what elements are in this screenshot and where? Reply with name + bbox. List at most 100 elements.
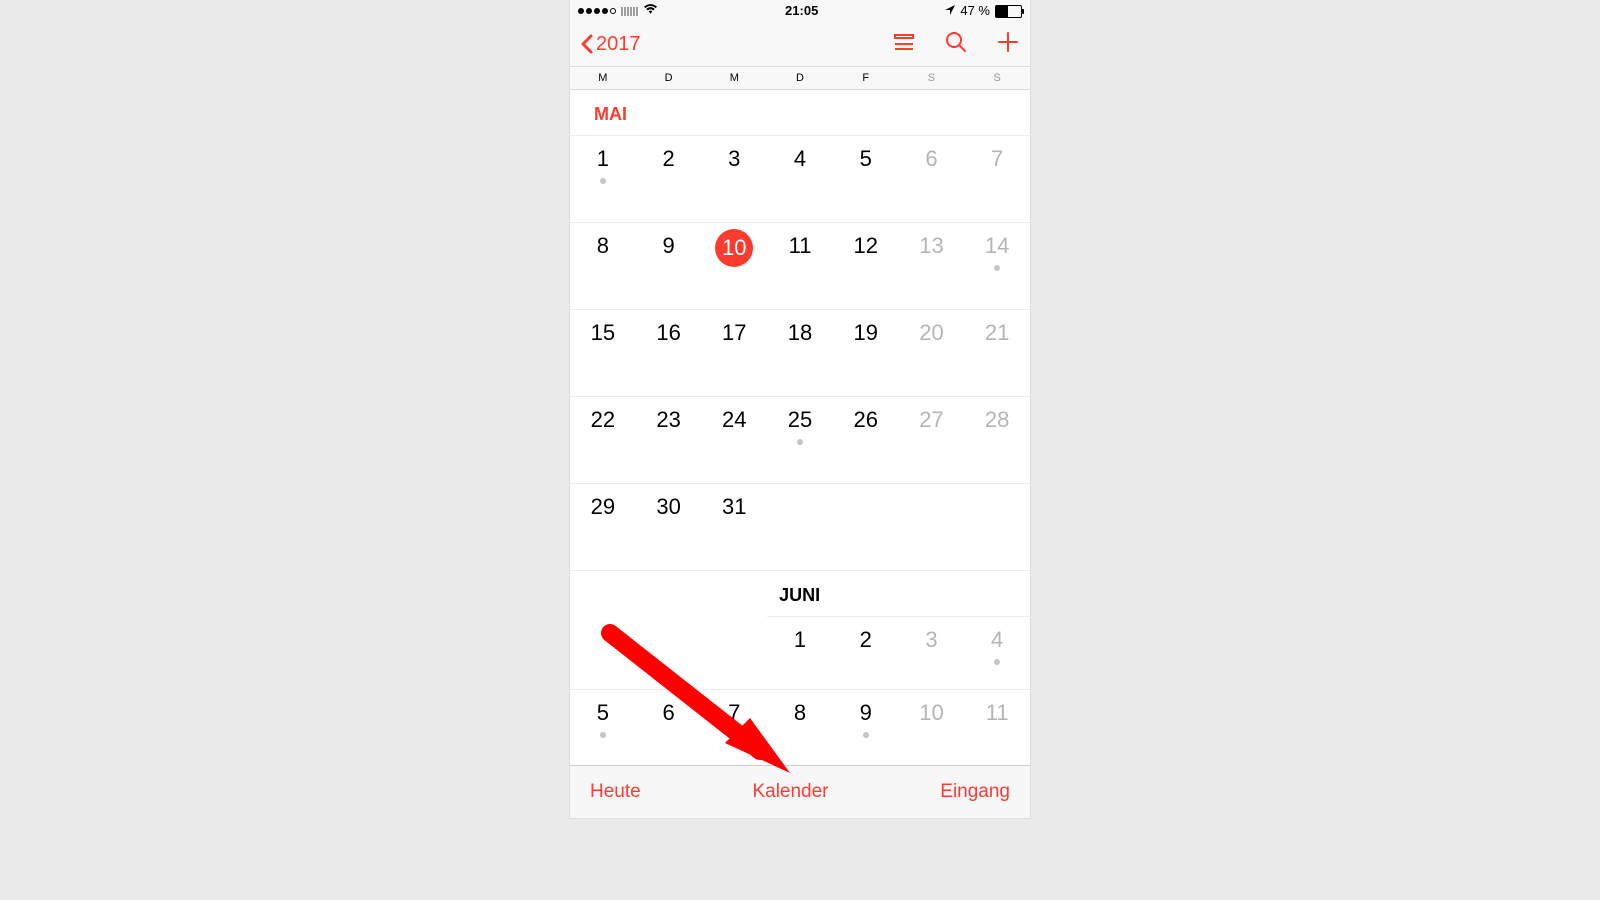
weekday-header: MDMDFSS: [570, 67, 1030, 90]
status-bar: 21:05 47 %: [570, 0, 1030, 22]
chevron-left-icon: [580, 34, 594, 54]
month-label-june-row: JUNI: [570, 571, 1030, 617]
day-cell[interactable]: 28: [964, 397, 1030, 483]
empty-cell: [636, 617, 702, 689]
day-cell[interactable]: 4: [964, 617, 1030, 689]
day-number: 31: [722, 494, 746, 520]
day-cell[interactable]: 26: [833, 397, 899, 483]
day-cell[interactable]: 12: [833, 223, 899, 309]
carrier-icon: [621, 7, 638, 16]
day-cell[interactable]: 24: [701, 397, 767, 483]
day-cell[interactable]: 11: [964, 690, 1030, 776]
day-cell[interactable]: 18: [767, 310, 833, 396]
day-number: 2: [662, 146, 674, 172]
day-number: 19: [853, 320, 877, 346]
nav-bar: 2017: [570, 22, 1030, 67]
day-number: 18: [788, 320, 812, 346]
day-cell[interactable]: 2: [636, 136, 702, 222]
empty-cell: [899, 484, 965, 570]
add-icon[interactable]: [996, 30, 1020, 59]
day-cell[interactable]: 6: [636, 690, 702, 776]
day-number: 7: [991, 146, 1003, 172]
day-cell[interactable]: 11: [767, 223, 833, 309]
day-cell[interactable]: 1: [767, 617, 833, 689]
day-cell[interactable]: 7: [701, 690, 767, 776]
calendar-row: 5 6 7 8 91011: [570, 690, 1030, 777]
location-icon: [945, 0, 955, 22]
day-number: 23: [656, 407, 680, 433]
day-cell[interactable]: 17: [701, 310, 767, 396]
weekday: S: [899, 72, 965, 84]
list-view-icon[interactable]: [892, 30, 916, 59]
day-number: 8: [597, 233, 609, 259]
day-cell[interactable]: 5: [833, 136, 899, 222]
day-cell[interactable]: 10: [701, 223, 767, 309]
day-cell[interactable]: 14: [964, 223, 1030, 309]
day-number: 1: [597, 146, 609, 172]
day-cell[interactable]: 19: [833, 310, 899, 396]
day-cell[interactable]: 25: [767, 397, 833, 483]
weekday: D: [636, 72, 702, 84]
day-cell[interactable]: 8: [767, 690, 833, 776]
back-button[interactable]: 2017: [580, 33, 641, 56]
calendars-button[interactable]: Kalender: [752, 781, 828, 803]
weekday: F: [833, 72, 899, 84]
day-cell[interactable]: 8: [570, 223, 636, 309]
day-cell[interactable]: 30: [636, 484, 702, 570]
day-cell[interactable]: 27: [899, 397, 965, 483]
today-button[interactable]: Heute: [590, 781, 641, 803]
inbox-button[interactable]: Eingang: [940, 781, 1010, 803]
day-cell[interactable]: 21: [964, 310, 1030, 396]
day-cell[interactable]: 13: [899, 223, 965, 309]
day-number: 5: [860, 146, 872, 172]
day-cell[interactable]: 23: [636, 397, 702, 483]
status-time: 21:05: [785, 0, 818, 22]
day-cell[interactable]: 7: [964, 136, 1030, 222]
back-label: 2017: [596, 33, 641, 56]
day-cell[interactable]: 1: [570, 136, 636, 222]
phone-frame: 21:05 47 % 2017 MDMDFSS: [570, 0, 1030, 818]
day-number: 22: [591, 407, 615, 433]
day-number: 12: [853, 233, 877, 259]
day-cell[interactable]: 20: [899, 310, 965, 396]
day-number: 1: [794, 627, 806, 653]
calendar-row: 1 2 34 5 6 7: [570, 136, 1030, 223]
search-icon[interactable]: [944, 30, 968, 59]
empty-cell: [833, 484, 899, 570]
day-cell[interactable]: 15: [570, 310, 636, 396]
calendar-row: 22 23 242526 27 28: [570, 397, 1030, 484]
day-number: 28: [985, 407, 1009, 433]
day-number: 6: [925, 146, 937, 172]
day-cell[interactable]: 16: [636, 310, 702, 396]
day-number: 6: [662, 700, 674, 726]
month-label-june: JUNI: [767, 571, 1030, 616]
day-cell[interactable]: 9: [636, 223, 702, 309]
day-number: 13: [919, 233, 943, 259]
empty-cell: [570, 617, 636, 689]
day-cell[interactable]: 6: [899, 136, 965, 222]
weekday: M: [570, 72, 636, 84]
day-number: 27: [919, 407, 943, 433]
day-cell[interactable]: 10: [899, 690, 965, 776]
day-cell[interactable]: 2: [833, 617, 899, 689]
month-may: 1234567891011121314151617181920212223242…: [570, 136, 1030, 571]
day-cell[interactable]: 3: [701, 136, 767, 222]
day-cell[interactable]: 4: [767, 136, 833, 222]
day-cell[interactable]: 9: [833, 690, 899, 776]
calendar-scroll[interactable]: MAI 123456789101112131415161718192021222…: [570, 90, 1030, 777]
day-cell[interactable]: 22: [570, 397, 636, 483]
day-number: 7: [728, 700, 740, 726]
day-cell[interactable]: 5: [570, 690, 636, 776]
cell-signal-icon: [578, 8, 616, 14]
day-number: 5: [597, 700, 609, 726]
day-number: 8: [794, 700, 806, 726]
day-cell[interactable]: 31: [701, 484, 767, 570]
day-number: 9: [662, 233, 674, 259]
day-cell[interactable]: 3: [899, 617, 965, 689]
empty-cell: [964, 484, 1030, 570]
day-number: 10: [715, 229, 753, 267]
weekday: D: [767, 72, 833, 84]
weekday: M: [701, 72, 767, 84]
day-cell[interactable]: 29: [570, 484, 636, 570]
event-dot-icon: [600, 178, 606, 184]
